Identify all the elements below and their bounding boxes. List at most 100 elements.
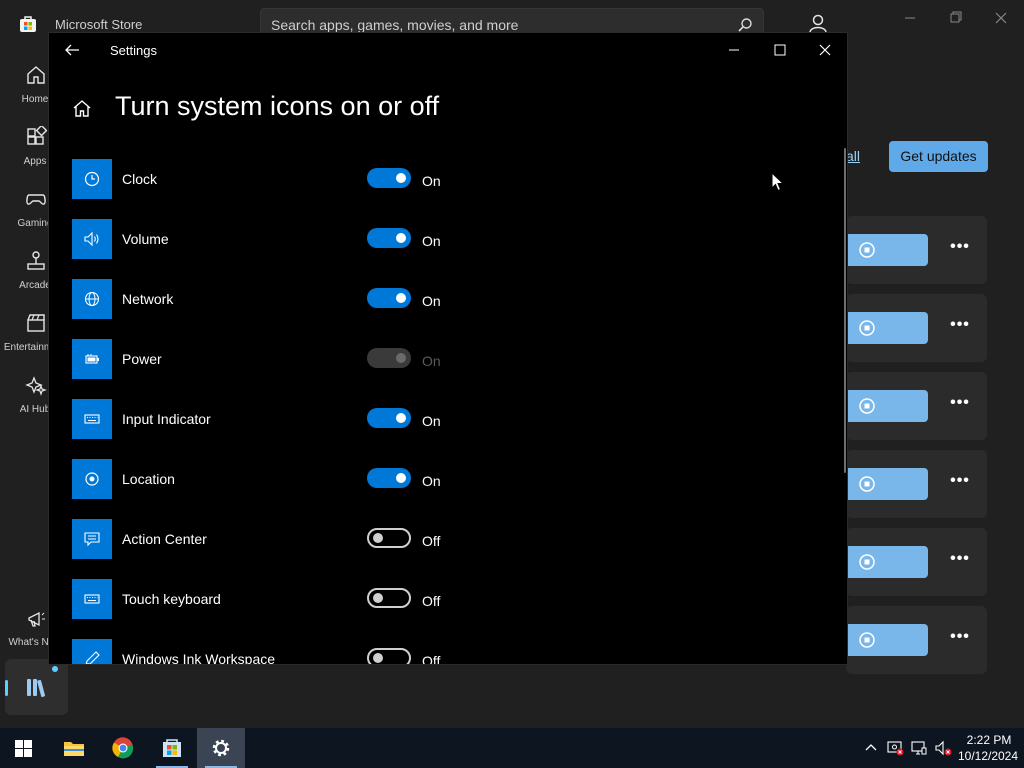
nav-item-library[interactable] <box>5 659 68 715</box>
toggle-network[interactable] <box>367 288 411 308</box>
setting-label: Network <box>122 291 174 307</box>
home-icon <box>27 66 45 84</box>
microsoft-store-icon <box>163 739 181 757</box>
toggle-knob <box>396 233 406 243</box>
toggle-knob <box>396 413 406 423</box>
stop-download-button[interactable] <box>846 546 928 578</box>
setting-row-windows-ink-workspace: Windows Ink Workspace Off <box>72 639 632 665</box>
selected-indicator <box>5 680 8 696</box>
stop-download-button[interactable] <box>846 234 928 266</box>
power-tile <box>72 339 112 379</box>
home-icon[interactable] <box>71 97 93 119</box>
pen-icon <box>85 651 100 664</box>
taskbar-microsoft-store[interactable] <box>148 728 196 768</box>
action-center-icon <box>84 532 100 547</box>
clock-date[interactable]: 10/12/2024 <box>952 749 1024 763</box>
stop-download-button[interactable] <box>846 390 928 422</box>
toggle-knob <box>373 533 383 543</box>
setting-label: Volume <box>122 231 169 247</box>
more-options-button[interactable]: ••• <box>947 472 973 496</box>
input-indicator-tile <box>72 399 112 439</box>
store-restore-icon[interactable] <box>941 8 969 28</box>
store-update-row: ••• <box>846 606 987 674</box>
store-update-row: ••• <box>846 294 987 362</box>
clock-time[interactable]: 2:22 PM <box>958 733 1020 747</box>
clock-tile <box>72 159 112 199</box>
volume-muted-icon[interactable] <box>934 739 952 757</box>
toggle-state-text: On <box>422 173 441 189</box>
store-update-row: ••• <box>846 528 987 596</box>
close-icon[interactable] <box>810 39 840 61</box>
more-options-button[interactable]: ••• <box>947 550 973 574</box>
more-options-button[interactable]: ••• <box>947 394 973 418</box>
setting-row-network: Network On <box>72 279 632 321</box>
location-tile <box>72 459 112 499</box>
store-minimize-icon[interactable] <box>896 8 924 28</box>
stop-icon <box>859 632 875 648</box>
update-badge-dot <box>52 666 58 672</box>
setting-label: Action Center <box>122 531 207 547</box>
toggle-volume[interactable] <box>367 228 411 248</box>
setting-row-action-center: Action Center Off <box>72 519 632 561</box>
setting-label: Location <box>122 471 175 487</box>
network-tile <box>72 279 112 319</box>
entertainment-icon <box>27 314 45 332</box>
taskbar-settings[interactable] <box>197 728 245 768</box>
network-icon[interactable] <box>910 739 928 757</box>
update-all-link[interactable]: all <box>846 148 860 164</box>
minimize-icon[interactable] <box>719 39 749 61</box>
store-logo-icon <box>20 16 36 32</box>
toggle-state-text: Off <box>422 653 441 665</box>
battery-icon <box>85 354 99 364</box>
desktop-screen: Microsoft Store Search apps, games, movi… <box>0 0 1024 768</box>
stop-icon <box>859 242 875 258</box>
arcade-icon <box>27 251 45 270</box>
stop-download-button[interactable] <box>846 312 928 344</box>
setting-row-location: Location On <box>72 459 632 501</box>
setting-row-volume: Volume On <box>72 219 632 261</box>
maximize-icon[interactable] <box>765 39 795 61</box>
toggle-input-indicator[interactable] <box>367 408 411 428</box>
settings-window: Settings Turn system icons on or off Clo… <box>48 32 848 665</box>
toggle-knob <box>373 593 383 603</box>
more-options-button[interactable]: ••• <box>947 316 973 340</box>
toggle-windows-ink-workspace[interactable] <box>367 648 411 664</box>
store-search-placeholder[interactable]: Search apps, games, movies, and more <box>271 17 518 33</box>
store-close-icon[interactable] <box>987 8 1015 28</box>
stop-icon <box>859 476 875 492</box>
setting-label: Power <box>122 351 162 367</box>
search-icon[interactable] <box>737 17 753 33</box>
security-alert-icon[interactable] <box>886 739 904 757</box>
apps-icon <box>27 126 47 145</box>
store-update-row: ••• <box>846 372 987 440</box>
taskbar-chrome[interactable] <box>99 728 147 768</box>
settings-gear-icon <box>212 739 230 757</box>
start-button[interactable] <box>0 728 48 768</box>
toggle-location[interactable] <box>367 468 411 488</box>
settings-titlebar: Settings <box>49 33 847 67</box>
back-arrow-icon[interactable] <box>59 39 85 61</box>
toggle-knob <box>396 473 406 483</box>
chrome-icon <box>112 737 134 759</box>
scrollbar[interactable] <box>844 148 846 473</box>
more-options-button[interactable]: ••• <box>947 628 973 652</box>
ai-hub-icon <box>25 376 47 396</box>
toggle-touch-keyboard[interactable] <box>367 588 411 608</box>
megaphone-icon <box>28 611 45 627</box>
toggle-state-text: On <box>422 413 441 429</box>
toggle-knob <box>373 653 383 663</box>
taskbar-file-explorer[interactable] <box>50 728 98 768</box>
toggle-action-center[interactable] <box>367 528 411 548</box>
show-hidden-icons-chevron-icon[interactable] <box>862 739 880 757</box>
toggle-clock[interactable] <box>367 168 411 188</box>
more-options-button[interactable]: ••• <box>947 238 973 262</box>
location-icon <box>85 472 99 486</box>
setting-label: Input Indicator <box>122 411 211 427</box>
stop-download-button[interactable] <box>846 468 928 500</box>
toggle-state-text: On <box>422 473 441 489</box>
taskbar: 2:22 PM 10/12/2024 <box>0 728 1024 768</box>
store-update-row: ••• <box>846 450 987 518</box>
gaming-icon <box>26 194 46 205</box>
stop-download-button[interactable] <box>846 624 928 656</box>
get-updates-button[interactable]: Get updates <box>889 141 988 172</box>
